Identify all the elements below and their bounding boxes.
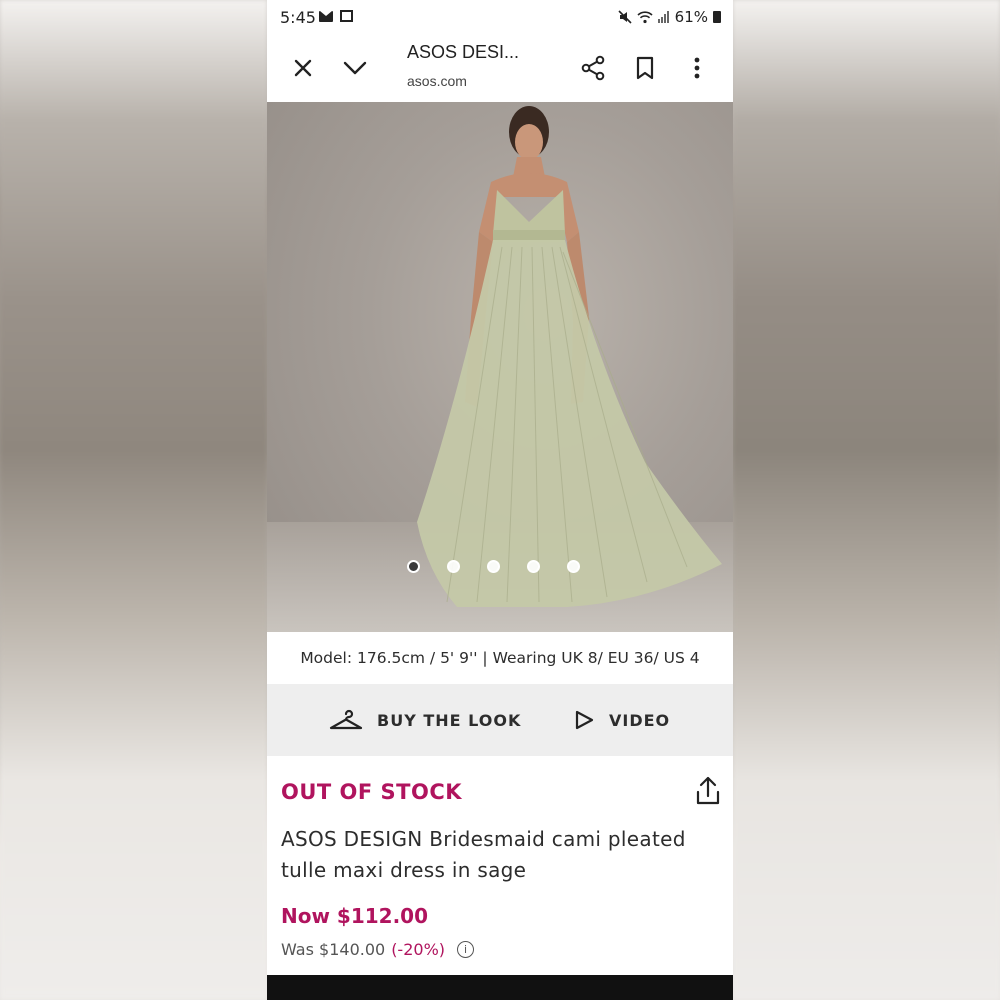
play-icon [575,710,594,730]
hanger-icon [329,709,363,730]
gallery-dot-4[interactable] [527,560,540,573]
share-product-icon[interactable] [695,776,721,806]
browser-toolbar: ASOS DESI... asos.com [267,36,733,102]
video-label: VIDEO [609,710,671,730]
signal-icon [657,11,669,23]
gallery-dot-1[interactable] [407,560,420,573]
info-icon[interactable]: i [457,941,475,958]
wifi-icon [637,10,653,23]
close-button[interactable] [285,50,321,86]
bookmark-button[interactable] [627,50,663,86]
action-bar: BUY THE LOOK VIDEO [267,684,733,756]
share-icon [581,55,605,81]
was-price-line: Was $140.00 (-20%) i [281,940,475,959]
buy-the-look-button[interactable]: BUY THE LOOK [329,684,521,756]
status-bar: 5:45 61% [267,0,733,36]
close-icon [294,59,312,77]
status-right: 61% [618,8,721,26]
video-button[interactable]: VIDEO [573,684,670,756]
right-background-blur [733,0,1000,1000]
image-icon [340,10,353,22]
product-name: ASOS DESIGN Bridesmaid cami pleated tull… [281,827,686,882]
discount: (-20%) [391,940,446,959]
dress-model-image [417,106,722,607]
was-price: Was $140.00 [281,940,386,959]
model-info: Model: 176.5cm / 5' 9'' | Wearing UK 8/ … [267,632,733,684]
gallery-dot-3[interactable] [487,560,500,573]
left-background-blur [0,0,267,1000]
buy-the-look-label: BUY THE LOOK [377,710,522,730]
now-price: Now $112.00 [281,904,429,928]
chevron-down-icon [343,61,367,75]
more-options-button[interactable] [679,50,715,86]
product-info: OUT OF STOCK ASOS DESIGN Bridesmaid cami… [267,756,733,978]
phone-screen: 5:45 61% ASOS DESI... asos.com Model: 17… [267,0,733,1000]
battery-icon [713,11,721,23]
battery-level: 61% [674,8,708,26]
gallery-dot-5[interactable] [567,560,580,573]
bookmark-icon [636,56,654,80]
status-time: 5:45 [280,8,316,27]
mail-icon [319,11,333,22]
page-title: ASOS DESI... [407,42,520,62]
gallery-dot-2[interactable] [447,560,460,573]
page-url: asos.com [407,73,467,89]
product-image[interactable] [267,102,733,632]
stock-status: OUT OF STOCK [281,780,463,804]
more-vert-icon [694,57,700,79]
bottom-bar [267,975,733,1000]
mute-icon [618,10,632,24]
share-button[interactable] [575,50,611,86]
gallery-pagination [407,560,580,573]
collapse-button[interactable] [337,50,373,86]
